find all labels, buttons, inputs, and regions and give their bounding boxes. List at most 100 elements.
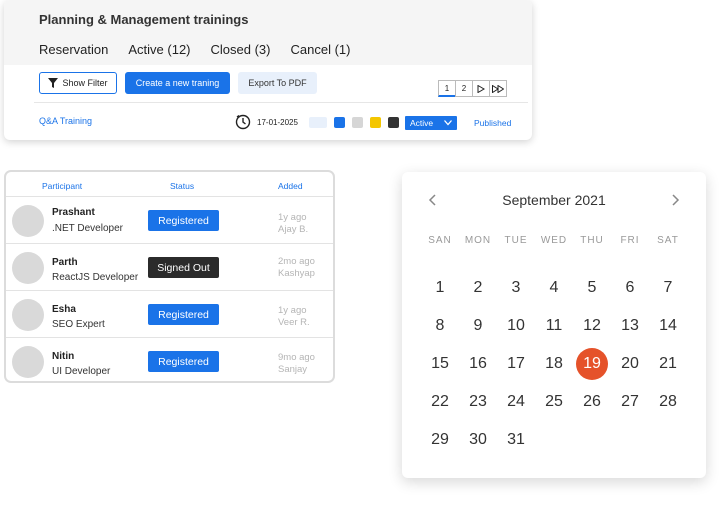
color-swatch-blue[interactable] [334,117,345,128]
weekday-label: SAN [428,235,452,246]
calendar-day[interactable]: 26 [576,386,608,418]
filter-icon [48,78,59,88]
calendar-day-selected[interactable]: 19 [576,348,608,380]
show-filter-label: Show Filter [62,78,108,88]
tab-bar: Reservation Active (12) Closed (3) Cance… [39,42,370,57]
tab-closed[interactable]: Closed (3) [211,42,271,57]
participants-table: Participant Status Added Prashant .NET D… [4,170,335,383]
table-row[interactable]: Prashant .NET Developer Registered 1y ag… [6,196,333,243]
status-badge: Registered [148,210,219,231]
weekday-label: WED [540,235,568,246]
calendar-day[interactable]: 25 [538,386,570,418]
calendar-day[interactable]: 7 [652,272,684,304]
added-time: 1y ago [278,212,307,223]
calendar-day[interactable]: 1 [424,272,456,304]
calendar-day[interactable]: 23 [462,386,494,418]
weekday-label: FRI [620,235,640,246]
calendar-day[interactable]: 31 [500,424,532,456]
added-header: Added [278,181,303,191]
calendar-day[interactable]: 24 [500,386,532,418]
avatar [12,346,44,378]
play-icon [477,84,485,93]
color-swatch-black[interactable] [388,117,399,128]
status-select[interactable]: Active [405,116,457,130]
status-badge: Signed Out [148,257,219,278]
calendar-day[interactable]: 10 [500,310,532,342]
calendar-day[interactable]: 28 [652,386,684,418]
next-month-button[interactable] [670,194,680,206]
participant-name: Nitin [52,351,75,362]
trainings-panel: Planning & Management trainings Reservat… [4,0,532,140]
tab-reservation[interactable]: Reservation [39,42,108,57]
calendar-day[interactable]: 12 [576,310,608,342]
color-swatch-lightblue[interactable] [309,117,327,128]
last-page-button[interactable] [489,80,507,97]
training-name-link[interactable]: Q&A Training [39,116,92,126]
fast-forward-icon [492,84,504,93]
calendar-day[interactable]: 27 [614,386,646,418]
calendar-day[interactable]: 6 [614,272,646,304]
calendar-day[interactable]: 30 [462,424,494,456]
table-row[interactable]: Parth ReactJS Developer Signed Out 2mo a… [6,243,333,290]
next-page-button[interactable] [472,80,490,97]
pagination: 1 2 [438,80,507,97]
calendar-day[interactable]: 14 [652,310,684,342]
calendar-day[interactable]: 18 [538,348,570,380]
calendar-day[interactable]: 3 [500,272,532,304]
added-time: 1y ago [278,305,307,316]
calendar-day[interactable]: 2 [462,272,494,304]
clock-icon [235,114,251,130]
calendar-day[interactable]: 8 [424,310,456,342]
calendar-day[interactable]: 13 [614,310,646,342]
participant-header: Participant [42,181,83,191]
calendar-day[interactable]: 15 [424,348,456,380]
calendar-month-title: September 2021 [502,192,606,208]
participant-name: Esha [52,304,76,315]
avatar [12,252,44,284]
calendar-day[interactable]: 9 [462,310,494,342]
added-by: Kashyap [278,268,315,279]
training-date: 17-01-2025 [257,118,298,127]
color-swatch-yellow[interactable] [370,117,381,128]
tab-cancel[interactable]: Cancel (1) [290,42,350,57]
page-1-button[interactable]: 1 [438,80,456,97]
added-time: 2mo ago [278,256,315,267]
published-status: Published [474,118,512,128]
added-by: Veer R. [278,317,310,328]
table-row[interactable]: Nitin UI Developer Registered 9mo ago Sa… [6,337,333,381]
participant-role: .NET Developer [52,223,123,234]
calendar-day[interactable]: 21 [652,348,684,380]
status-header: Status [170,181,195,191]
added-time: 9mo ago [278,352,315,363]
status-select-value: Active [410,118,434,128]
weekday-label: MON [464,235,492,246]
weekday-label: SAT [657,235,679,246]
page-2-button[interactable]: 2 [455,80,473,97]
chevron-down-icon [444,120,452,126]
calendar-day[interactable]: 20 [614,348,646,380]
calendar-day[interactable]: 4 [538,272,570,304]
participant-name: Prashant [52,207,95,218]
page-title: Planning & Management trainings [39,12,249,27]
participant-role: UI Developer [52,366,111,377]
trainings-header: Planning & Management trainings Reservat… [4,0,532,65]
calendar-widget: September 2021 SAN MON TUE WED THU FRI S… [402,172,706,478]
table-row[interactable]: Esha SEO Expert Registered 1y ago Veer R… [6,290,333,337]
calendar-day[interactable]: 5 [576,272,608,304]
show-filter-button[interactable]: Show Filter [39,72,117,94]
calendar-day[interactable]: 29 [424,424,456,456]
participant-role: SEO Expert [52,319,105,330]
tab-active[interactable]: Active (12) [128,42,190,57]
status-badge: Registered [148,304,219,325]
toolbar: Show Filter Create a new traning Export … [39,72,325,94]
calendar-day[interactable]: 17 [500,348,532,380]
create-training-button[interactable]: Create a new traning [125,72,230,94]
color-swatch-gray[interactable] [352,117,363,128]
calendar-day[interactable]: 11 [538,310,570,342]
participant-name: Parth [52,257,78,268]
weekday-label: THU [580,235,604,246]
calendar-day[interactable]: 16 [462,348,494,380]
export-pdf-button[interactable]: Export To PDF [238,72,317,94]
calendar-day[interactable]: 22 [424,386,456,418]
participant-role: ReactJS Developer [52,272,139,283]
